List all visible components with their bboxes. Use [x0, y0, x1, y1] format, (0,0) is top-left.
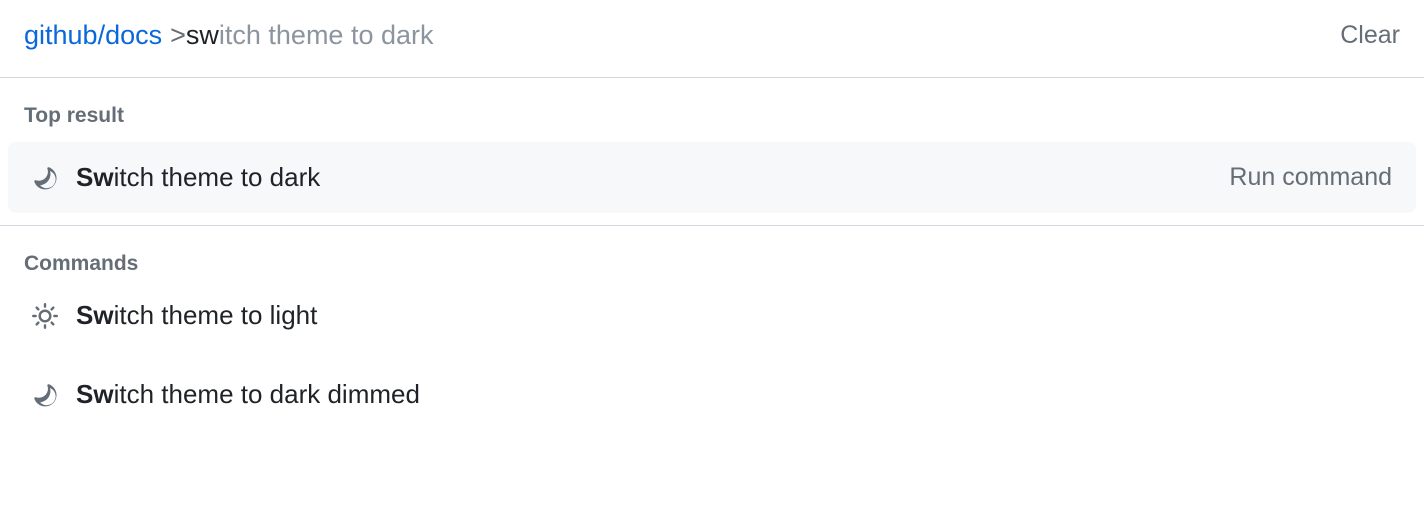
- command-item-dark-dimmed[interactable]: Switch theme to dark dimmed: [8, 369, 1416, 420]
- result-label: Switch theme to dark dimmed: [76, 379, 420, 410]
- top-result-item[interactable]: Switch theme to dark Run command: [8, 142, 1416, 213]
- command-item-light[interactable]: Switch theme to light: [8, 290, 1416, 341]
- query-autocomplete-ghost: itch theme to dark: [219, 20, 434, 50]
- repo-scope[interactable]: github/docs: [24, 18, 162, 53]
- top-result-section: Top result Switch theme to dark Run comm…: [0, 78, 1424, 226]
- moon-icon: [32, 165, 58, 191]
- search-query: >switch theme to dark: [170, 18, 433, 53]
- result-content: Switch theme to light: [32, 300, 317, 331]
- search-input-area[interactable]: github/docs >switch theme to dark: [24, 18, 434, 53]
- query-typed: sw: [186, 20, 219, 50]
- result-label: Switch theme to light: [76, 300, 317, 331]
- clear-button[interactable]: Clear: [1340, 21, 1400, 50]
- moon-icon: [32, 382, 58, 408]
- top-result-header: Top result: [0, 78, 1424, 142]
- result-content: Switch theme to dark: [32, 162, 320, 193]
- result-content: Switch theme to dark dimmed: [32, 379, 420, 410]
- search-bar: github/docs >switch theme to dark Clear: [0, 0, 1424, 78]
- commands-section: Commands Switch theme to light Switch th…: [0, 226, 1424, 420]
- commands-header: Commands: [0, 226, 1424, 290]
- action-hint: Run command: [1229, 163, 1392, 192]
- command-prefix: >: [170, 20, 186, 50]
- sun-icon: [32, 303, 58, 329]
- result-label: Switch theme to dark: [76, 162, 320, 193]
